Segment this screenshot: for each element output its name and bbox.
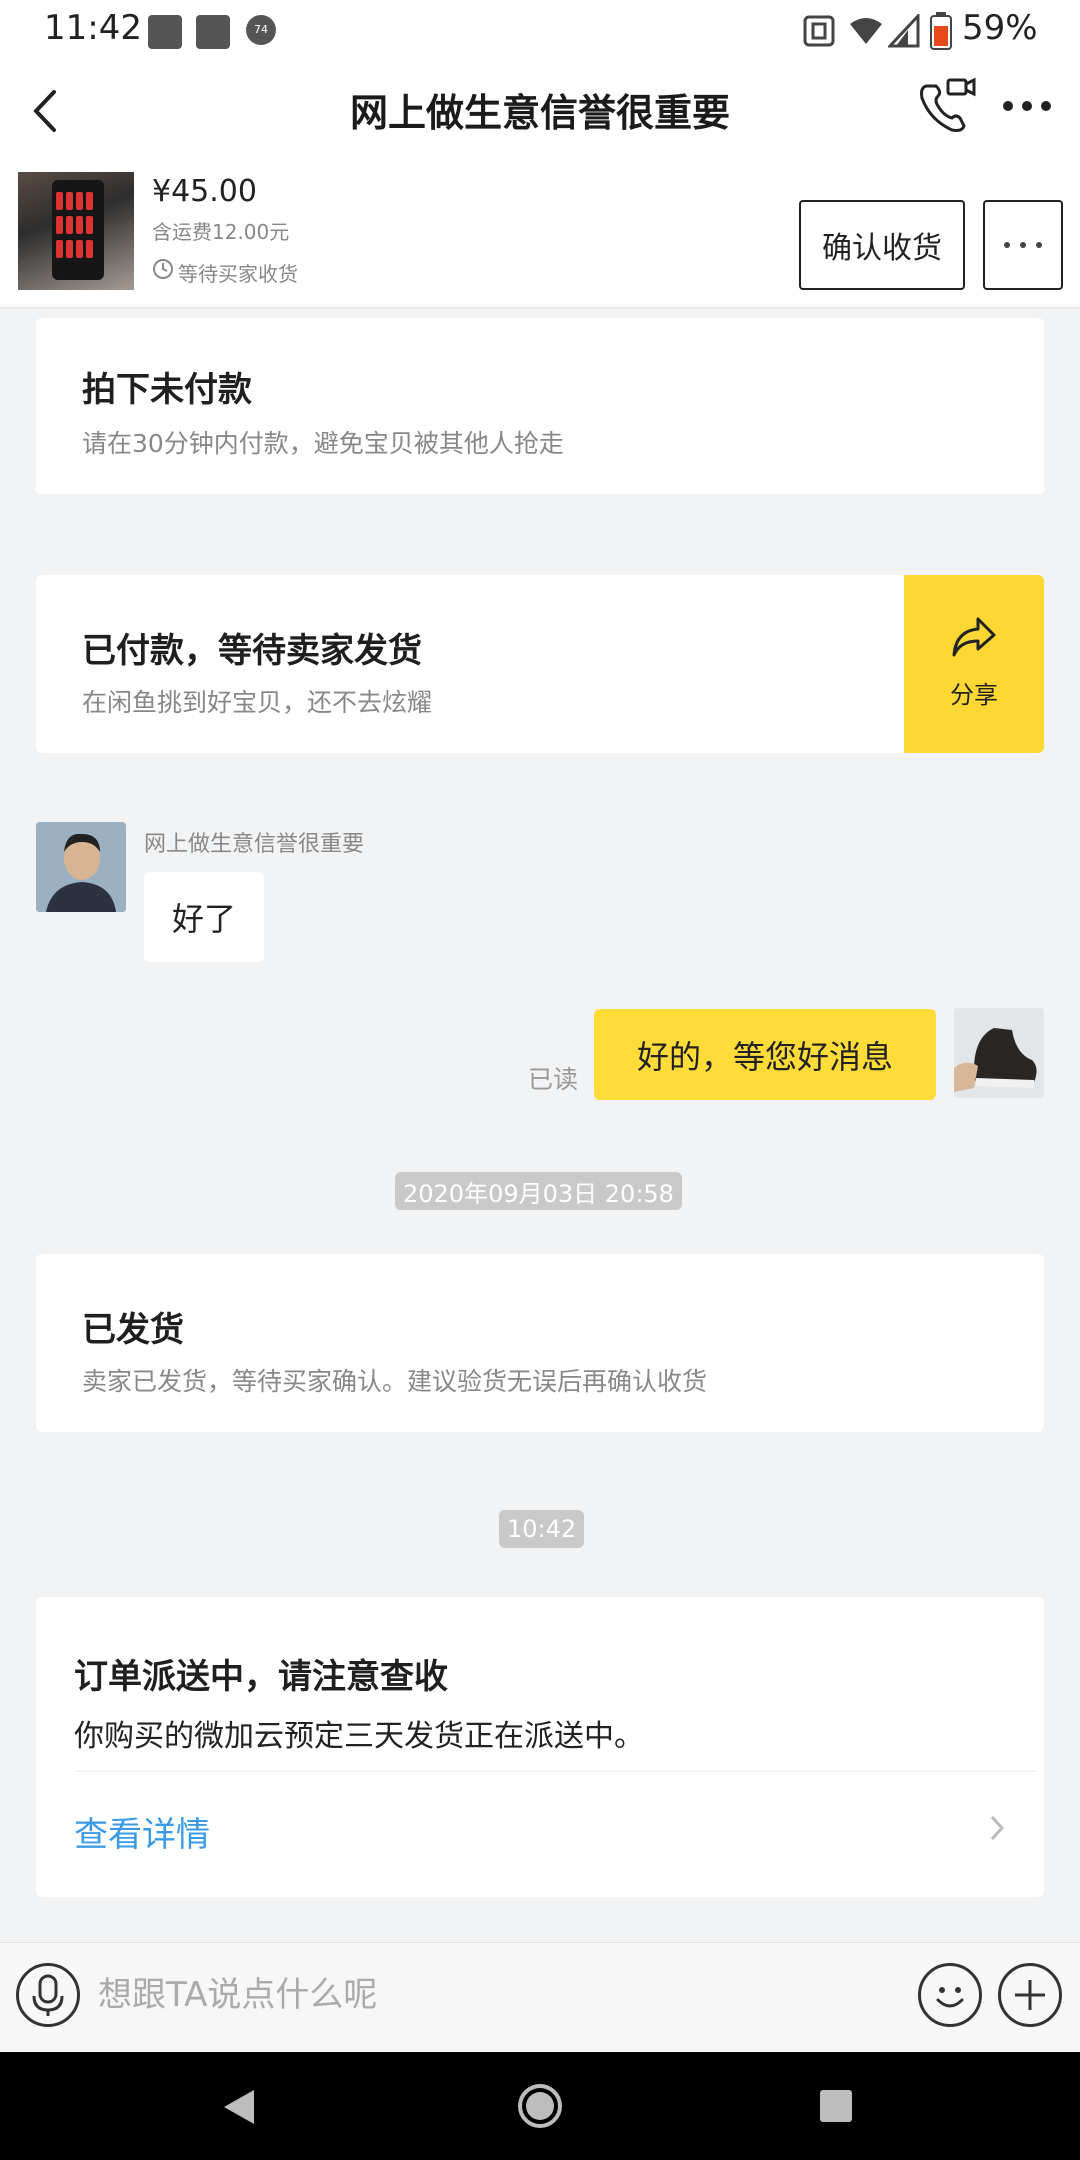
clock-icon bbox=[153, 259, 173, 279]
my-avatar[interactable] bbox=[954, 1008, 1044, 1098]
seller-avatar-image bbox=[36, 822, 126, 912]
timestamp-chip: 2020年09月03日 20:58 bbox=[395, 1172, 682, 1210]
shipping-fee: 含运费12.00元 bbox=[152, 220, 290, 244]
card-subtitle: 卖家已发货，等待买家确认。建议验货无误后再确认收货 bbox=[82, 1367, 708, 1396]
status-bar: 11:42 74 59% bbox=[0, 0, 1080, 64]
order-summary-bar: ¥45.00 含运费12.00元 等待买家收货 确认收货 bbox=[0, 168, 1080, 308]
share-button[interactable]: 分享 bbox=[904, 575, 1044, 753]
battery-percent: 59% bbox=[962, 8, 1038, 48]
order-status: 等待买家收货 bbox=[178, 262, 298, 286]
order-more-button[interactable] bbox=[983, 200, 1063, 290]
system-navigation-bar bbox=[0, 2052, 1080, 2160]
sender-name: 网上做生意信誉很重要 bbox=[144, 832, 365, 857]
notification-badge-icon: 74 bbox=[246, 15, 276, 45]
share-label: 分享 bbox=[950, 681, 998, 709]
nav-recents-icon[interactable] bbox=[818, 2088, 854, 2124]
timestamp-chip: 10:42 bbox=[499, 1510, 585, 1548]
emoji-icon bbox=[936, 1987, 964, 2008]
view-details-link[interactable]: 查看详情 bbox=[74, 1807, 210, 1856]
chat-header: 网上做生意信誉很重要 bbox=[0, 64, 1080, 168]
more-horizontal-icon bbox=[1004, 242, 1042, 248]
my-avatar-image bbox=[954, 1008, 1044, 1098]
product-thumbnail[interactable] bbox=[18, 172, 134, 290]
confirm-receipt-button[interactable]: 确认收货 bbox=[799, 200, 965, 290]
status-time: 11:42 bbox=[44, 8, 142, 48]
card-subtitle: 你购买的微加云预定三天发货正在派送中。 bbox=[74, 1719, 644, 1754]
status-card-unpaid: 拍下未付款 请在30分钟内付款，避免宝贝被其他人抢走 bbox=[36, 318, 1044, 494]
seller-avatar[interactable] bbox=[36, 822, 126, 912]
plus-icon bbox=[1015, 1980, 1045, 2010]
nav-back-icon[interactable] bbox=[222, 2088, 256, 2126]
card-subtitle: 请在30分钟内付款，避免宝贝被其他人抢走 bbox=[82, 429, 564, 458]
emoji-button[interactable] bbox=[918, 1963, 982, 2027]
share-icon bbox=[952, 617, 996, 657]
chevron-right-icon[interactable] bbox=[988, 1813, 1006, 1843]
card-subtitle: 在闲鱼挑到好宝贝，还不去炫耀 bbox=[82, 688, 433, 717]
status-card-shipped: 已发货 卖家已发货，等待买家确认。建议验货无误后再确认收货 bbox=[36, 1254, 1044, 1432]
card-title: 已发货 bbox=[82, 1310, 184, 1350]
signal-icon bbox=[888, 14, 920, 48]
add-attachment-button[interactable] bbox=[998, 1963, 1062, 2027]
outgoing-message-bubble[interactable]: 好的，等您好消息 bbox=[594, 1009, 936, 1100]
message-input-bar bbox=[0, 1942, 1080, 2052]
nav-home-icon[interactable] bbox=[516, 2082, 564, 2130]
nfc-icon bbox=[803, 15, 835, 47]
incoming-message-bubble[interactable]: 好了 bbox=[144, 872, 265, 962]
wifi-icon bbox=[850, 18, 882, 44]
microphone-icon bbox=[32, 1974, 64, 2016]
card-divider bbox=[74, 1771, 1036, 1772]
status-card-paid: 已付款，等待卖家发货 在闲鱼挑到好宝贝，还不去炫耀 分享 bbox=[36, 575, 1044, 753]
battery-icon bbox=[930, 12, 952, 50]
video-call-icon[interactable] bbox=[916, 76, 976, 136]
notification-gallery-icon bbox=[196, 15, 230, 49]
voice-button[interactable] bbox=[16, 1963, 80, 2027]
card-title: 已付款，等待卖家发货 bbox=[82, 631, 422, 671]
delivery-card: 订单派送中，请注意查收 你购买的微加云预定三天发货正在派送中。 查看详情 bbox=[36, 1597, 1044, 1897]
more-icon[interactable] bbox=[1002, 100, 1052, 112]
read-receipt: 已读 bbox=[528, 1065, 579, 1094]
card-title: 拍下未付款 bbox=[82, 370, 252, 410]
card-title: 订单派送中，请注意查收 bbox=[74, 1657, 448, 1697]
notification-app-icon bbox=[148, 15, 182, 49]
message-input[interactable] bbox=[96, 1965, 896, 2025]
order-price: ¥45.00 bbox=[152, 174, 257, 209]
